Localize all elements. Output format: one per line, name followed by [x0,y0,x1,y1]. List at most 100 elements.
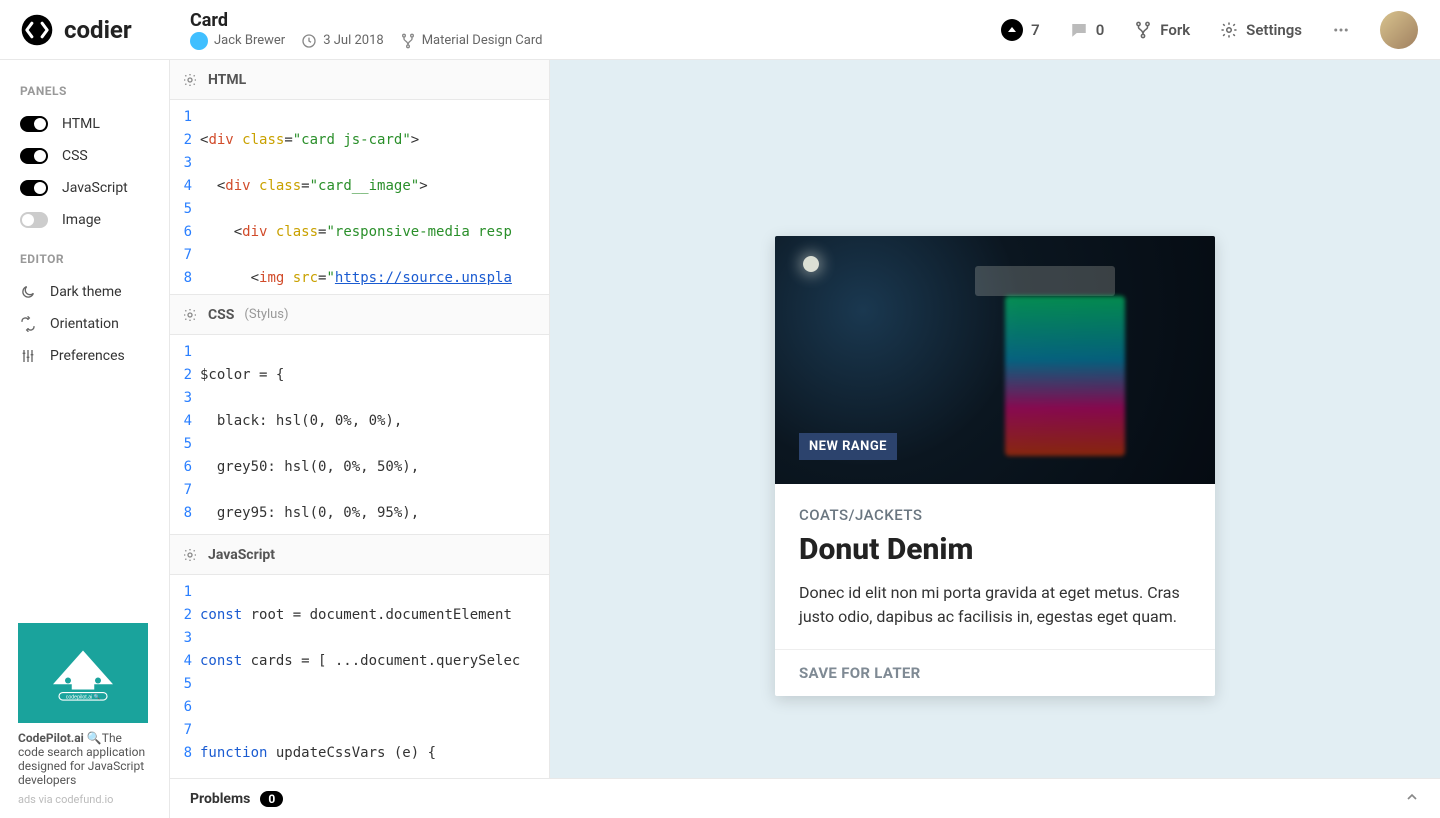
more-menu[interactable] [1332,21,1350,39]
ad-title: CodePilot.ai [18,731,84,745]
editor-js: JavaScript 12345678 const root = documen… [170,535,549,778]
panel-toggle-css[interactable]: CSS [0,140,169,172]
ad-box[interactable]: codepilot.ai 🔍 CodePilot.ai 🔍The code se… [0,611,169,818]
gear-icon [1220,21,1238,39]
svg-text:codepilot.ai 🔍: codepilot.ai 🔍 [66,693,101,701]
code-lines: const root = document.documentElement co… [200,575,549,778]
panel-toggle-image[interactable]: Image [0,204,169,236]
moon-icon [20,284,36,300]
editor-css: CSS (Stylus) 12345678 $color = { black: … [170,295,549,535]
code-js[interactable]: 12345678 const root = document.documentE… [170,575,549,778]
comments-action[interactable]: 0 [1070,21,1105,39]
panel-label: CSS [62,148,88,164]
card-title: Donut Denim [799,532,1191,567]
card-action[interactable]: SAVE FOR LATER [775,649,1215,696]
toggle-off-icon [20,212,48,228]
editor-preview-row: HTML 12345678 <div class="card js-card">… [170,60,1440,778]
card-image: NEW RANGE [775,236,1215,484]
fork-icon [1134,21,1152,39]
comments-count: 0 [1096,21,1105,39]
header-actions: 7 0 Fork Settings [1001,0,1440,59]
code-lines: $color = { black: hsl(0, 0%, 0%), grey50… [200,335,549,534]
preview-pane: NEW RANGE COATS/JACKETS Donut Denim Done… [550,60,1440,778]
settings-action[interactable]: Settings [1220,21,1302,39]
neon-sign-icon [1005,296,1125,456]
settings-label: Settings [1246,21,1302,39]
line-gutter: 12345678 [170,575,200,778]
forked-from-text: Material Design Card [422,33,543,48]
card-action-label: SAVE FOR LATER [799,664,921,682]
card-badge: NEW RANGE [799,433,897,460]
problems-count: 0 [260,791,283,807]
page-title: Card [190,12,1001,30]
problems-label: Problems [190,791,250,807]
ad-image: codepilot.ai 🔍 [18,623,148,723]
workspace: HTML 12345678 <div class="card js-card">… [170,60,1440,818]
fork-from-chip[interactable]: Material Design Card [400,33,543,49]
editor-dark-theme[interactable]: Dark theme [0,276,169,308]
editor-html-header: HTML [170,60,549,100]
fork-label: Fork [1160,21,1190,39]
gear-icon[interactable] [182,72,198,88]
orientation-icon [20,316,36,332]
editor-css-header: CSS (Stylus) [170,295,549,335]
brand-name: codier [64,16,132,44]
plane-icon: codepilot.ai 🔍 [43,643,123,703]
user-avatar[interactable] [1380,11,1418,49]
author-avatar-icon [190,32,208,50]
clock-icon [301,33,317,49]
meta-line: Jack Brewer 3 Jul 2018 Material Design C… [190,32,1001,50]
top-bar: codier Card Jack Brewer 3 Jul 2018 Mater… [0,0,1440,60]
toggle-on-icon [20,148,48,164]
preview-card[interactable]: NEW RANGE COATS/JACKETS Donut Denim Done… [775,236,1215,696]
sliders-icon [20,348,36,364]
sidebar: PANELS HTML CSS JavaScript Image EDITOR … [0,60,170,818]
panel-toggle-html[interactable]: HTML [0,108,169,140]
codier-logo-icon [20,13,54,47]
panel-label: JavaScript [62,180,128,196]
up-icon [1001,19,1023,41]
line-gutter: 12345678 [170,100,200,294]
panel-label: HTML [62,116,100,132]
card-body: COATS/JACKETS Donut Denim Donec id elit … [775,484,1215,649]
editor-subtitle: (Stylus) [244,307,288,322]
light-spot-icon [803,256,819,272]
editor-option-label: Dark theme [50,284,122,300]
author-name: Jack Brewer [214,33,285,48]
gear-icon[interactable] [182,547,198,563]
editor-title: HTML [208,72,246,88]
date-text: 3 Jul 2018 [323,33,383,48]
author-chip[interactable]: Jack Brewer [190,32,285,50]
sidebar-section-panels: PANELS [0,78,169,108]
editor-preferences[interactable]: Preferences [0,340,169,372]
panel-toggle-js[interactable]: JavaScript [0,172,169,204]
date-chip: 3 Jul 2018 [301,33,383,49]
sign-bar-icon [975,266,1115,296]
brand-logo[interactable]: codier [0,0,170,59]
comment-icon [1070,21,1088,39]
panel-label: Image [62,212,101,228]
code-lines: <div class="card js-card"> <div class="c… [200,100,549,294]
line-gutter: 12345678 [170,335,200,534]
chevron-up-icon[interactable] [1404,789,1420,809]
card-desc: Donec id elit non mi porta gravida at eg… [799,581,1191,629]
code-html[interactable]: 12345678 <div class="card js-card"> <div… [170,100,549,294]
toggle-on-icon [20,116,48,132]
ad-via: ads via codefund.io [18,793,151,806]
editor-orientation[interactable]: Orientation [0,308,169,340]
code-css[interactable]: 12345678 $color = { black: hsl(0, 0%, 0%… [170,335,549,534]
main: PANELS HTML CSS JavaScript Image EDITOR … [0,60,1440,818]
likes-count: 7 [1031,21,1040,39]
problems-bar[interactable]: Problems 0 [170,778,1440,818]
more-icon [1332,21,1350,39]
fork-icon [400,33,416,49]
fork-action[interactable]: Fork [1134,21,1190,39]
editor-js-header: JavaScript [170,535,549,575]
card-category: COATS/JACKETS [799,506,1191,524]
gear-icon[interactable] [182,307,198,323]
likes-action[interactable]: 7 [1001,19,1040,41]
ad-text: CodePilot.ai 🔍The code search applicatio… [18,731,151,787]
editor-option-label: Preferences [50,348,125,364]
editors-column: HTML 12345678 <div class="card js-card">… [170,60,550,778]
editor-title: CSS [208,307,234,323]
